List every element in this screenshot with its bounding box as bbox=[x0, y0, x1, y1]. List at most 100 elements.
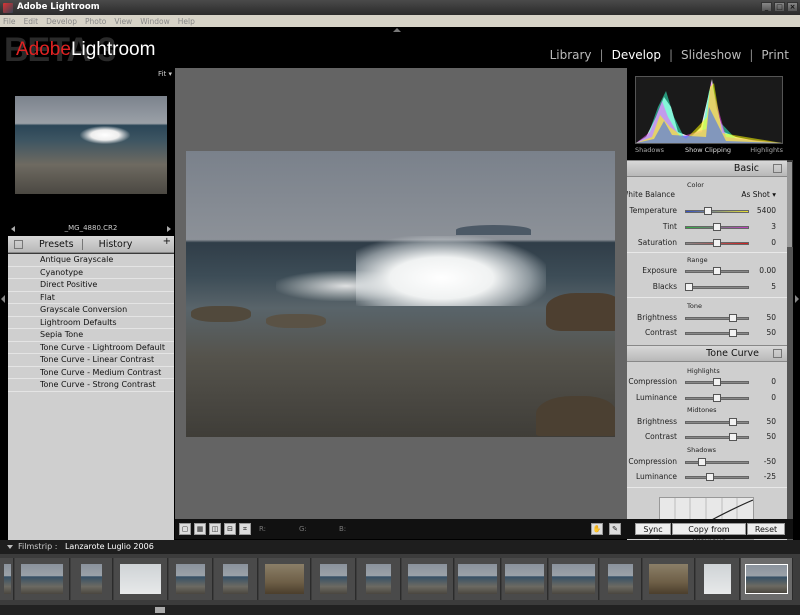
luminance-slider[interactable] bbox=[685, 394, 749, 402]
module-slideshow[interactable]: Slideshow bbox=[681, 48, 741, 62]
module-develop[interactable]: Develop bbox=[612, 48, 661, 62]
blacks-slider-knob[interactable] bbox=[685, 283, 694, 291]
preset-item[interactable]: Direct Positive bbox=[8, 279, 174, 292]
shadows-compression-knob[interactable] bbox=[697, 458, 706, 466]
exposure-value[interactable]: 0.00 bbox=[759, 266, 776, 275]
exposure-slider[interactable] bbox=[685, 267, 749, 275]
contrast-value[interactable]: 50 bbox=[766, 328, 776, 337]
close-icon[interactable]: × bbox=[787, 2, 798, 12]
shadows-luminance-value[interactable]: -25 bbox=[764, 472, 776, 481]
menu-view[interactable]: View bbox=[114, 17, 132, 26]
saturation-slider[interactable] bbox=[685, 239, 749, 247]
filmstrip-thumbnail[interactable] bbox=[0, 558, 14, 600]
module-library[interactable]: Library bbox=[550, 48, 592, 62]
temperature-slider[interactable] bbox=[685, 207, 749, 215]
preset-item[interactable]: Tone Curve - Linear Contrast bbox=[8, 354, 174, 367]
before-after-lr-icon[interactable]: ◫ bbox=[209, 523, 221, 535]
filmstrip-scrollbar[interactable] bbox=[0, 605, 800, 615]
filmstrip-thumbnail[interactable] bbox=[214, 558, 258, 600]
preset-item[interactable]: Tone Curve - Lightroom Default bbox=[8, 341, 174, 354]
white-balance-select[interactable]: As Shot ▾ bbox=[741, 190, 776, 199]
panel-grip-icon[interactable] bbox=[14, 239, 23, 249]
tint-slider-knob[interactable] bbox=[713, 223, 721, 231]
preset-item[interactable]: Grayscale Conversion bbox=[8, 304, 174, 317]
filmstrip-thumbnail[interactable] bbox=[455, 558, 501, 600]
temperature-value[interactable]: 5400 bbox=[757, 206, 776, 215]
preset-item[interactable]: Antique Grayscale bbox=[8, 254, 174, 267]
minimize-icon[interactable]: _ bbox=[761, 2, 772, 12]
menu-develop[interactable]: Develop bbox=[46, 17, 77, 26]
tab-history[interactable]: History bbox=[99, 239, 133, 250]
next-photo-icon[interactable] bbox=[167, 226, 171, 232]
navigator-zoom-select[interactable]: Fit ▾ bbox=[158, 70, 172, 78]
module-print[interactable]: Print bbox=[761, 48, 789, 62]
filmstrip-thumbnail[interactable] bbox=[71, 558, 113, 600]
menu-file[interactable]: File bbox=[3, 17, 16, 26]
saturation-value[interactable]: 0 bbox=[771, 238, 776, 247]
contrast-slider[interactable] bbox=[685, 329, 749, 337]
filmstrip-thumbnail[interactable] bbox=[643, 558, 695, 600]
hand-tool-icon[interactable]: ✋ bbox=[591, 523, 603, 535]
preset-item[interactable]: Lightroom Defaults bbox=[8, 316, 174, 329]
collapse-top-arrow-icon[interactable] bbox=[393, 28, 401, 32]
contrast-slider-knob[interactable] bbox=[728, 329, 737, 337]
filmstrip-thumbnail[interactable] bbox=[549, 558, 599, 600]
filmstrip-scroll-thumb[interactable] bbox=[155, 607, 165, 613]
scrollbar-thumb[interactable] bbox=[787, 162, 793, 247]
saturation-slider-knob[interactable] bbox=[713, 239, 721, 247]
menu-photo[interactable]: Photo bbox=[85, 17, 106, 26]
midtones-contrast-slider[interactable] bbox=[685, 433, 749, 441]
midtones-brightness-slider[interactable] bbox=[685, 418, 749, 426]
menu-edit[interactable]: Edit bbox=[24, 17, 39, 26]
tab-presets[interactable]: Presets bbox=[39, 239, 74, 250]
brightness-value[interactable]: 50 bbox=[766, 313, 776, 322]
filmstrip-thumbnail[interactable] bbox=[169, 558, 213, 600]
add-preset-button[interactable]: + bbox=[163, 236, 171, 247]
navigator-preview[interactable] bbox=[15, 96, 167, 194]
reset-button[interactable]: Reset bbox=[747, 523, 785, 535]
shadows-luminance-knob[interactable] bbox=[705, 473, 714, 481]
filmstrip-thumbnail[interactable] bbox=[114, 558, 168, 600]
loupe-view-icon[interactable]: ▢ bbox=[179, 523, 191, 535]
preset-item[interactable]: Tone Curve - Strong Contrast bbox=[8, 379, 174, 392]
preset-item[interactable]: Flat bbox=[8, 291, 174, 304]
filmstrip-thumbnail-selected[interactable] bbox=[741, 558, 793, 600]
maximize-icon[interactable]: □ bbox=[774, 2, 785, 12]
blacks-slider[interactable] bbox=[685, 283, 749, 291]
midtones-contrast-value[interactable]: 50 bbox=[766, 432, 776, 441]
filmstrip-thumbnail[interactable] bbox=[402, 558, 454, 600]
midtones-brightness-knob[interactable] bbox=[728, 418, 737, 426]
menu-window[interactable]: Window bbox=[140, 17, 170, 26]
crop-icon[interactable]: ⌗ bbox=[239, 523, 251, 535]
shadows-compression-value[interactable]: -50 bbox=[764, 457, 776, 466]
filmstrip-thumbnail[interactable] bbox=[502, 558, 548, 600]
midtones-brightness-value[interactable]: 50 bbox=[766, 417, 776, 426]
exposure-slider-knob[interactable] bbox=[713, 267, 721, 275]
blacks-value[interactable]: 5 bbox=[771, 282, 776, 291]
compression-slider[interactable] bbox=[685, 378, 749, 386]
preset-item[interactable]: Tone Curve - Medium Contrast bbox=[8, 366, 174, 379]
main-photo[interactable] bbox=[186, 151, 615, 437]
tint-value[interactable]: 3 bbox=[771, 222, 776, 231]
temperature-slider-knob[interactable] bbox=[703, 207, 712, 215]
histogram-highlights-label[interactable]: Highlights bbox=[750, 146, 783, 154]
collapse-right-arrow-icon[interactable] bbox=[795, 295, 799, 303]
show-clipping-label[interactable]: Show Clipping bbox=[685, 146, 731, 154]
grid-view-icon[interactable]: ▦ bbox=[194, 523, 206, 535]
preset-item[interactable]: Sepia Tone bbox=[8, 329, 174, 342]
histogram-shadows-label[interactable]: Shadows bbox=[635, 146, 664, 154]
compression-slider-knob[interactable] bbox=[713, 378, 721, 386]
filmstrip-collapse-icon[interactable] bbox=[7, 545, 13, 549]
shadows-luminance-slider[interactable] bbox=[685, 473, 749, 481]
brightness-slider-knob[interactable] bbox=[728, 314, 737, 322]
preset-item[interactable]: Cyanotype bbox=[8, 266, 174, 279]
filmstrip-thumbnail[interactable] bbox=[696, 558, 740, 600]
tone-curve-section-header[interactable]: Tone Curve bbox=[627, 345, 787, 362]
luminance-value[interactable]: 0 bbox=[771, 393, 776, 402]
basic-section-header[interactable]: Basic bbox=[627, 160, 787, 177]
brightness-slider[interactable] bbox=[685, 314, 749, 322]
compression-value[interactable]: 0 bbox=[771, 377, 776, 386]
midtones-contrast-knob[interactable] bbox=[728, 433, 737, 441]
panel-grip-icon[interactable] bbox=[773, 349, 782, 358]
sync-button[interactable]: Sync bbox=[635, 523, 671, 535]
